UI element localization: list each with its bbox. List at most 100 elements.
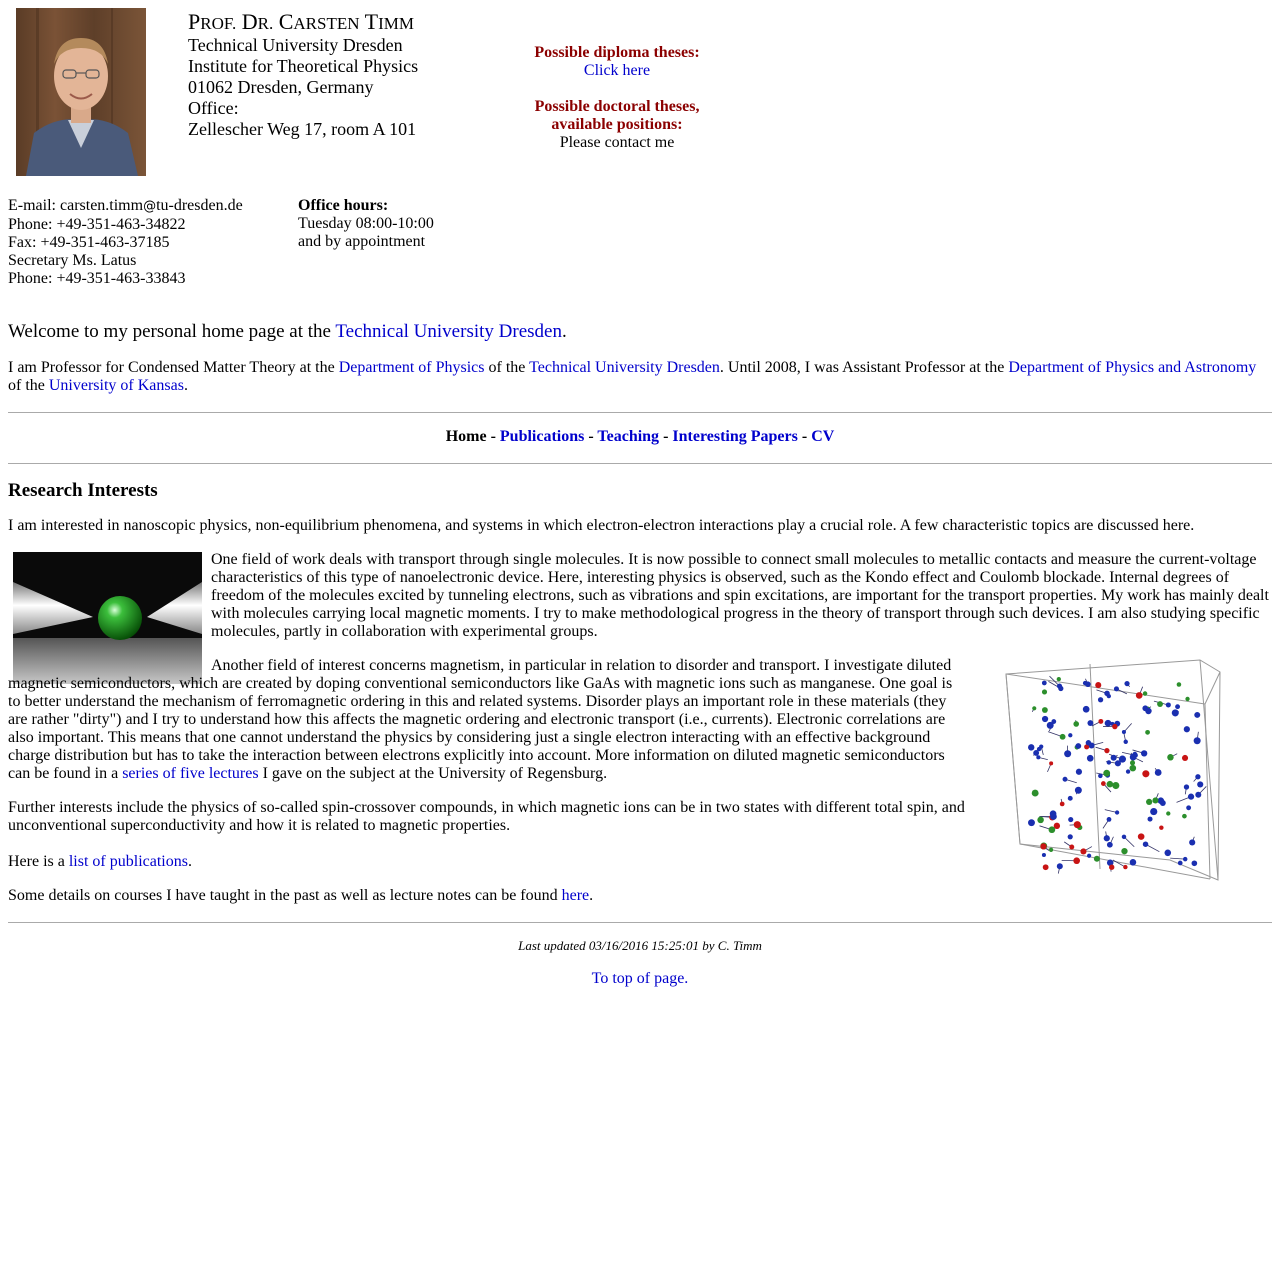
publication-list-link[interactable]: list of publications — [69, 853, 188, 870]
atom-dot — [1142, 691, 1148, 696]
atom-dot — [1167, 754, 1174, 761]
university-kansas-link[interactable]: University of Kansas — [49, 377, 184, 394]
atom-dot — [1132, 751, 1138, 757]
magnetism-paragraph: Another field of interest concerns magne… — [8, 657, 953, 782]
atom-dot — [1176, 682, 1182, 687]
atom-dot — [1185, 696, 1190, 702]
atom-dot — [1129, 764, 1137, 772]
welcome-line: Welcome to my personal home page at the … — [8, 321, 567, 342]
atom-dot — [1140, 750, 1148, 757]
atom-dot — [1073, 721, 1080, 727]
atom-dot — [1183, 784, 1190, 790]
physics-astronomy-link[interactable]: Department of Physics and Astronomy — [1008, 359, 1256, 376]
email-domain: tu-dresden.de — [156, 197, 243, 214]
atom-dot — [1159, 825, 1164, 830]
atom-dot — [1068, 733, 1073, 738]
atom-dot — [1135, 692, 1143, 699]
office-hours: Office hours: Tuesday 08:00-10:00 and by… — [298, 197, 434, 251]
atom-dot — [1068, 817, 1074, 823]
atom-dot — [1085, 740, 1092, 746]
department-physics-link[interactable]: Department of Physics — [339, 359, 485, 376]
atom-dot — [1113, 686, 1119, 692]
office-hours-line: and by appointment — [298, 233, 426, 250]
atom-dot — [1186, 805, 1192, 811]
atom-dot — [1049, 810, 1057, 818]
atom-dot — [1085, 681, 1091, 688]
atom-dot — [1181, 754, 1189, 762]
atom-dot — [1197, 781, 1204, 788]
atom-dot — [1041, 689, 1048, 695]
diploma-link[interactable]: Click here — [584, 62, 650, 79]
atom-dot — [1059, 733, 1066, 740]
address-line: Office: — [188, 98, 239, 118]
address-line: Technical University Dresden — [188, 35, 403, 55]
atom-dot — [1103, 835, 1110, 842]
nav-home: Home — [445, 428, 487, 445]
atom-dot — [1182, 813, 1187, 819]
atom-dot — [1104, 748, 1110, 754]
atom-dot — [1195, 774, 1201, 780]
nav-publications[interactable]: Publications — [500, 428, 584, 445]
to-top-line: To top of page. — [8, 970, 1272, 988]
atom-dot — [1129, 760, 1136, 766]
section-heading: Research Interests — [8, 480, 158, 501]
nav-teaching[interactable]: Teaching — [597, 428, 659, 445]
atom-dot — [1028, 744, 1035, 751]
atom-dot — [1041, 715, 1049, 723]
last-updated: Last updated 03/16/2016 15:25:01 by C. T… — [518, 938, 762, 953]
atom-dot — [1164, 849, 1172, 857]
atom-dot — [1125, 769, 1131, 774]
atom-dot — [1123, 864, 1128, 870]
magnetic-semiconductor-image — [1000, 654, 1226, 886]
transport-paragraph: One field of work deals with transport t… — [211, 551, 1269, 640]
courses-link[interactable]: here — [562, 887, 590, 904]
atom-dot — [1121, 834, 1127, 840]
atom-dot — [1041, 707, 1048, 713]
tu-dresden-link[interactable]: Technical University Dresden — [529, 359, 720, 376]
atom-dot — [1097, 697, 1104, 703]
atom-dot — [1106, 760, 1112, 765]
atom-dot — [1031, 789, 1039, 797]
atom-dot — [1157, 797, 1165, 804]
lectures-link[interactable]: series of five lectures — [122, 765, 258, 782]
diploma-heading: Possible diploma theses: — [534, 44, 700, 61]
atom-dot — [1171, 709, 1179, 717]
tu-dresden-link[interactable]: Technical University Dresden — [335, 321, 562, 342]
research-intro: I am interested in nanoscopic physics, n… — [8, 517, 1195, 534]
intro-paragraph: I am Professor for Condensed Matter Theo… — [8, 359, 1257, 394]
atom-dot — [1104, 690, 1110, 697]
atom-dot — [1062, 776, 1068, 782]
theses-box: Possible diploma theses: Click here Poss… — [516, 44, 718, 152]
address-line: 01062 Dresden, Germany — [188, 77, 374, 97]
atom-dot — [1042, 864, 1049, 871]
atom-dot — [1129, 859, 1137, 866]
atom-dot — [1037, 816, 1044, 824]
contact-note: Please contact me — [559, 134, 675, 151]
to-top-link[interactable]: To top of page. — [592, 970, 689, 987]
atom-dot — [1059, 801, 1065, 807]
atom-dot — [1112, 723, 1118, 730]
atom-dot — [1183, 726, 1190, 733]
phone-line: Phone: +49-351-463-34822 — [8, 216, 186, 233]
atom-dot — [1177, 860, 1183, 866]
atom-dot — [1193, 737, 1201, 745]
atom-dot — [1123, 739, 1128, 744]
atom-dot — [1095, 682, 1102, 689]
atom-dot — [1110, 754, 1117, 761]
atom-dot — [1103, 769, 1111, 777]
atom-dot — [1056, 683, 1063, 689]
atom-dot — [1106, 841, 1113, 848]
nav-interesting-papers[interactable]: Interesting Papers — [672, 428, 797, 445]
atom-dot — [1082, 705, 1090, 713]
atom-dot — [1145, 707, 1152, 715]
publications-line: Here is a list of publications. — [8, 853, 192, 870]
nav-cv[interactable]: CV — [811, 428, 834, 445]
atom-dot — [1150, 807, 1158, 816]
page-title: PROF. DR. CARSTEN TIMM — [188, 9, 414, 34]
atom-dot — [1121, 729, 1126, 735]
atom-dot — [1100, 781, 1106, 786]
atom-dot — [1154, 769, 1162, 776]
atom-dot — [1142, 770, 1150, 778]
further-paragraph: Further interests include the physics of… — [8, 799, 965, 834]
email-line: E-mail: carsten.timm@tu-dresden.de — [8, 197, 243, 214]
